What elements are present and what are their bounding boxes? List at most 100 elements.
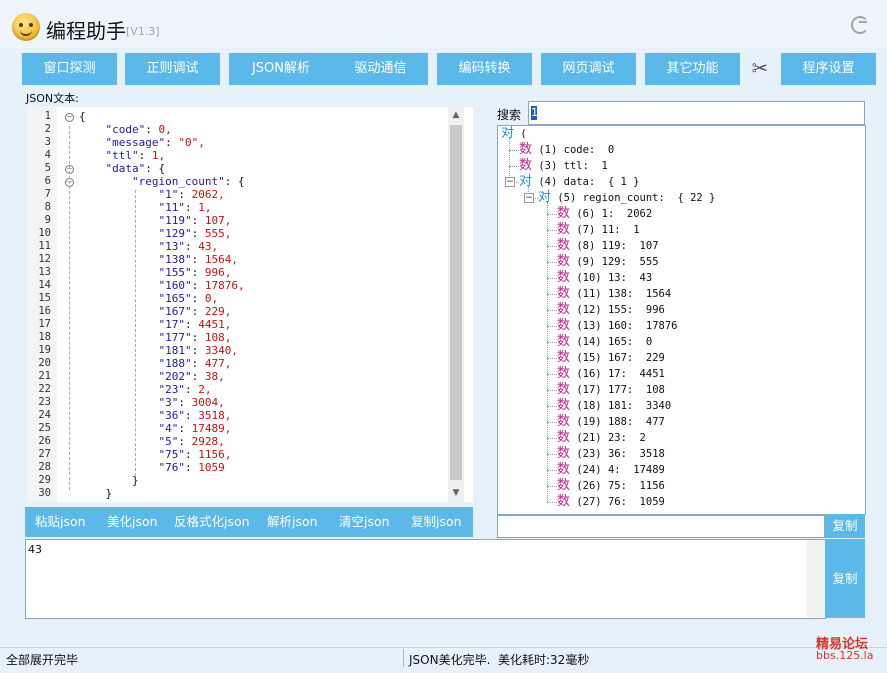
- menu-regex-debug-button[interactable]: 正则调试: [125, 53, 220, 85]
- tree-connector: [547, 262, 557, 263]
- code-line: "data": {: [105, 162, 166, 175]
- number-type-icon: 数: [557, 270, 571, 285]
- tree-node[interactable]: 数 (13) 160: 17876: [557, 318, 677, 334]
- clear-json-button[interactable]: 清空json: [339, 507, 390, 537]
- json-editor[interactable]: ▲ ▼ 1 2 3 4 5 6 7 8 9 10 11 12 13 14 15 16 17 18 19 20 21 22 2…: [27, 107, 473, 502]
- number-type-icon: 数: [557, 382, 571, 397]
- tree-collapse-icon[interactable]: −: [524, 193, 534, 203]
- output-scrollbar[interactable]: [807, 540, 825, 618]
- tree-node[interactable]: 数 (1) code: 0: [519, 142, 614, 158]
- number-type-icon: 数: [557, 366, 571, 381]
- menu-web-debug-button[interactable]: 网页调试: [541, 53, 636, 85]
- menu-driver-comm-button[interactable]: 驱动通信: [333, 53, 428, 85]
- tree-node[interactable]: 对 (5) region_count: { 22 }: [538, 190, 715, 206]
- json-text-label: JSON文本:: [26, 92, 79, 105]
- code-line: "1": 2062,: [158, 188, 225, 201]
- tree-node[interactable]: 数 (17) 177: 108: [557, 382, 665, 398]
- tree-connector: [547, 310, 557, 311]
- number-type-icon: 数: [557, 222, 571, 237]
- menu-window-detect-button[interactable]: 窗口探测: [22, 53, 117, 85]
- json-tree-view[interactable]: 对 (数 (1) code: 0数 (3) ttl: 1− 对 (4) data:…: [497, 125, 866, 515]
- tree-node[interactable]: 数 (8) 119: 107: [557, 238, 659, 254]
- tree-node-label: (9) 129: 555: [570, 256, 659, 268]
- code-line: "36": 3518,: [158, 409, 232, 422]
- menu-json-parse-button[interactable]: JSON解析: [229, 53, 333, 85]
- line-number: 1: [44, 110, 51, 122]
- tree-connector: [547, 470, 557, 471]
- code-line: "ttl": 1,: [105, 149, 166, 162]
- line-number: 26: [38, 435, 51, 447]
- copy-output-button[interactable]: 复制: [825, 539, 865, 618]
- tree-node[interactable]: 数 (18) 181: 3340: [557, 398, 671, 414]
- tree-node[interactable]: 数 (6) 1: 2062: [557, 206, 652, 222]
- menu-encoding-button[interactable]: 编码转换: [437, 53, 532, 85]
- tree-node[interactable]: 数 (15) 167: 229: [557, 350, 665, 366]
- tree-node[interactable]: 数 (19) 188: 477: [557, 414, 665, 430]
- tree-node[interactable]: 数 (24) 4: 17489: [557, 462, 665, 478]
- search-label: 搜索: [497, 108, 522, 122]
- tree-node[interactable]: 数 (3) ttl: 1: [519, 158, 608, 174]
- unformat-json-button[interactable]: 反格式化json: [174, 507, 250, 537]
- number-type-icon: 数: [557, 446, 571, 461]
- tree-node[interactable]: 数 (11) 138: 1564: [557, 286, 671, 302]
- code-line: "11": 1,: [158, 201, 212, 214]
- tree-connector: [547, 374, 557, 375]
- tree-node[interactable]: 数 (7) 11: 1: [557, 222, 640, 238]
- object-type-icon: 对: [519, 174, 533, 189]
- code-line: "202": 38,: [158, 370, 225, 383]
- scroll-thumb[interactable]: [450, 125, 462, 480]
- tree-node[interactable]: 对 (4) data: { 1 }: [519, 174, 639, 190]
- search-input[interactable]: 1: [528, 101, 865, 125]
- line-number: 13: [38, 266, 51, 278]
- output-textarea[interactable]: 43: [25, 539, 826, 619]
- tree-node[interactable]: 数 (10) 13: 43: [557, 270, 652, 286]
- copy-result-button[interactable]: 复制: [825, 514, 865, 538]
- line-number: 15: [38, 292, 51, 304]
- fold-toggle-icon[interactable]: −: [65, 113, 74, 122]
- tree-node-label: (26) 75: 1156: [570, 480, 665, 492]
- tree-node[interactable]: 数 (14) 165: 0: [557, 334, 652, 350]
- tree-node[interactable]: 数 (21) 23: 2: [557, 430, 646, 446]
- line-number: 9: [44, 214, 51, 226]
- tree-root[interactable]: 对 (: [501, 126, 527, 142]
- code-line: "165": 0,: [158, 292, 219, 305]
- status-right: 美化耗时:32毫秒: [498, 653, 590, 667]
- line-number: 8: [44, 201, 51, 213]
- paste-json-button[interactable]: 粘贴json: [35, 507, 86, 537]
- tree-node[interactable]: 数 (16) 17: 4451: [557, 366, 665, 382]
- line-number: 23: [38, 396, 51, 408]
- tree-node[interactable]: 数 (9) 129: 555: [557, 254, 659, 270]
- number-type-icon: 数: [557, 254, 571, 269]
- scroll-up-icon[interactable]: ▲: [451, 110, 461, 120]
- line-number: 22: [38, 383, 51, 395]
- code-line: "167": 229,: [158, 305, 232, 318]
- number-type-icon: 数: [557, 494, 571, 509]
- tree-node[interactable]: 数 (23) 36: 3518: [557, 446, 665, 462]
- scroll-down-icon[interactable]: ▼: [451, 488, 461, 498]
- tree-node[interactable]: 数 (27) 76: 1059: [557, 494, 665, 510]
- menu-other-functions-button[interactable]: 其它功能: [645, 53, 740, 85]
- object-type-icon: 对: [538, 190, 552, 205]
- scissors-icon[interactable]: ✂: [748, 56, 772, 80]
- tree-node[interactable]: 数 (12) 155: 996: [557, 302, 665, 318]
- code-line: "188": 477,: [158, 357, 232, 370]
- beautify-json-button[interactable]: 美化json: [107, 507, 158, 537]
- parse-json-button[interactable]: 解析json: [267, 507, 318, 537]
- status-middle: JSON美化完毕.: [409, 653, 491, 667]
- code-line: "23": 2,: [158, 383, 212, 396]
- editor-scrollbar[interactable]: ▲ ▼: [448, 107, 464, 502]
- number-type-icon: 数: [557, 462, 571, 477]
- menu-settings-button[interactable]: 程序设置: [781, 53, 876, 85]
- line-number: 21: [38, 370, 51, 382]
- code-line: }: [79, 487, 113, 500]
- tree-node[interactable]: 数 (26) 75: 1156: [557, 478, 665, 494]
- app-version: [V1.3]: [126, 25, 160, 38]
- result-field[interactable]: [497, 515, 825, 538]
- app-window: 编程助手 [V1.3] 窗口探测 正则调试 JSON解析 驱动通信 编码转换 网…: [0, 0, 887, 673]
- code-line: "4": 17489,: [158, 422, 232, 435]
- tree-connector: [547, 502, 557, 503]
- power-close-icon[interactable]: [851, 16, 869, 34]
- copy-json-button[interactable]: 复制json: [411, 507, 462, 537]
- tree-collapse-icon[interactable]: −: [505, 177, 515, 187]
- line-number: 6: [44, 175, 51, 187]
